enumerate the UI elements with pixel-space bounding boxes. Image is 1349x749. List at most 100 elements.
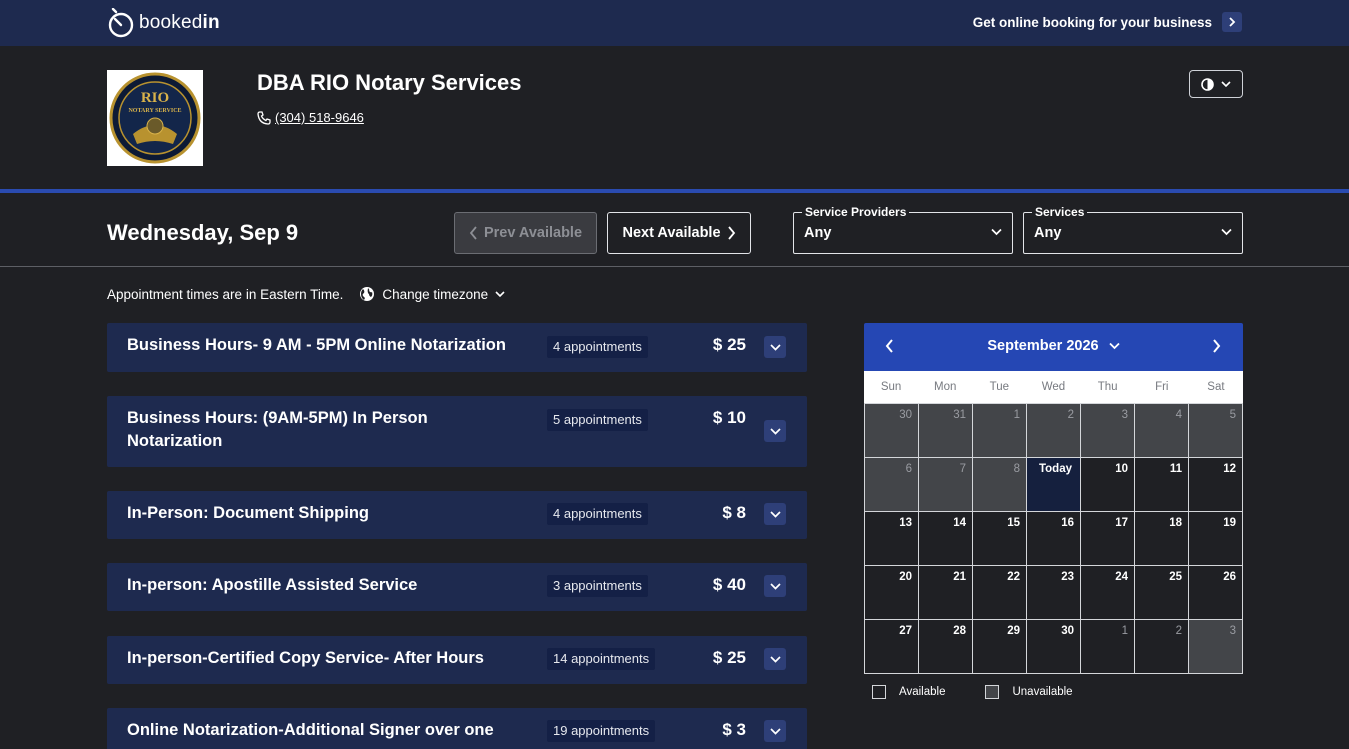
next-month-icon[interactable] [1212, 339, 1221, 353]
calendar-day-label: 22 [1007, 571, 1020, 583]
calendar-day[interactable]: 21 [919, 566, 973, 620]
service-card[interactable]: In-person-Certified Copy Service- After … [107, 636, 807, 684]
services-label: Services [1032, 205, 1088, 219]
calendar-day[interactable]: 29 [973, 620, 1027, 674]
calendar-day[interactable]: 18 [1135, 512, 1189, 566]
chevron-down-icon [991, 228, 1002, 236]
calendar-day[interactable]: 15 [973, 512, 1027, 566]
chevron-down-icon [769, 427, 781, 435]
service-title: In-Person: Document Shipping [127, 504, 369, 522]
service-card[interactable]: Business Hours- 9 AM - 5PM Online Notari… [107, 323, 807, 372]
next-available-button[interactable]: Next Available [607, 212, 751, 254]
bookedin-logo[interactable]: bookedin [107, 8, 220, 38]
calendar-day-today[interactable]: Today [1027, 458, 1081, 512]
calendar-day[interactable]: 24 [1081, 566, 1135, 620]
expand-service-button[interactable] [764, 336, 786, 358]
expand-service-button[interactable] [764, 420, 786, 442]
calendar: September 2026 Sun Mon Tue Wed Thu Fri S… [864, 323, 1243, 674]
services-select[interactable]: Services Any [1023, 205, 1243, 254]
calendar-day-label: 30 [1061, 625, 1074, 637]
service-card[interactable]: Online Notarization-Additional Signer ov… [107, 708, 807, 749]
calendar-day[interactable]: 13 [865, 512, 919, 566]
calendar-day[interactable]: 10 [1081, 458, 1135, 512]
calendar-day-label: 5 [1229, 409, 1236, 421]
calendar-day[interactable]: 27 [865, 620, 919, 674]
calendar-day[interactable]: 25 [1135, 566, 1189, 620]
expand-service-button[interactable] [764, 575, 786, 597]
chevron-right-icon[interactable] [1222, 12, 1242, 32]
business-phone[interactable]: (304) 518-9646 [257, 110, 364, 125]
chevron-down-icon [1221, 80, 1231, 87]
calendar-day: 4 [1135, 404, 1189, 458]
expand-service-button[interactable] [764, 720, 786, 742]
next-available-label: Next Available [622, 225, 721, 241]
calendar-day-label: 6 [905, 463, 912, 475]
calendar-day-label: 25 [1169, 571, 1182, 583]
calendar-day[interactable]: 26 [1189, 566, 1243, 620]
chevron-down-icon [769, 343, 781, 351]
calendar-day[interactable]: 19 [1189, 512, 1243, 566]
service-providers-label: Service Providers [802, 205, 910, 219]
header-divider [0, 189, 1349, 193]
calendar-header: September 2026 [864, 323, 1243, 371]
service-card[interactable]: Business Hours: (9AM-5PM) In Person Nota… [107, 396, 807, 467]
expand-service-button[interactable] [764, 503, 786, 525]
expand-service-button[interactable] [764, 648, 786, 670]
chevron-down-icon [495, 290, 505, 297]
calendar-day-label: 30 [899, 409, 912, 421]
calendar-day[interactable]: 2 [1135, 620, 1189, 674]
appointments-badge: 3 appointments [547, 575, 648, 597]
weekday-header: Sun Mon Tue Wed Thu Fri Sat [864, 371, 1243, 403]
calendar-day-label: 11 [1169, 463, 1182, 475]
service-providers-select[interactable]: Service Providers Any [793, 205, 1013, 254]
calendar-day[interactable]: 22 [973, 566, 1027, 620]
calendar-day: 5 [1189, 404, 1243, 458]
calendar-day[interactable]: 1 [1081, 620, 1135, 674]
calendar-day[interactable]: 17 [1081, 512, 1135, 566]
calendar-day[interactable]: 30 [1027, 620, 1081, 674]
prev-available-button[interactable]: Prev Available [454, 212, 597, 254]
business-logo: RIO NOTARY SERVICE [107, 70, 203, 166]
calendar-day[interactable]: 28 [919, 620, 973, 674]
change-timezone-label[interactable]: Change timezone [382, 287, 488, 302]
calendar-day[interactable]: 12 [1189, 458, 1243, 512]
calendar-day-label: 4 [1175, 409, 1182, 421]
contrast-icon [1201, 77, 1214, 91]
globe-icon [360, 287, 375, 301]
change-timezone-button[interactable]: Change timezone [359, 286, 505, 302]
calendar-day-label: 16 [1061, 517, 1074, 529]
calendar-day-label: 3 [1229, 625, 1236, 637]
theme-toggle-button[interactable] [1189, 70, 1243, 98]
timezone-row: Appointment times are in Eastern Time. C… [107, 286, 505, 302]
calendar-day-label: 18 [1169, 517, 1182, 529]
appointments-badge: 14 appointments [547, 648, 656, 670]
calendar-day: 6 [865, 458, 919, 512]
filters-divider [0, 266, 1349, 267]
calendar-day-label: 23 [1061, 571, 1074, 583]
chevron-down-icon [1108, 342, 1120, 350]
calendar-day[interactable]: 23 [1027, 566, 1081, 620]
calendar-day-label: 12 [1223, 463, 1236, 475]
calendar-day[interactable]: 11 [1135, 458, 1189, 512]
calendar-day-label: 13 [899, 517, 912, 529]
month-picker[interactable]: September 2026 [864, 338, 1243, 354]
phone-link[interactable]: (304) 518-9646 [275, 110, 364, 125]
service-card[interactable]: In-Person: Document Shipping 4 appointme… [107, 491, 807, 539]
calendar-day[interactable]: 14 [919, 512, 973, 566]
calendar-day-label: 21 [953, 571, 966, 583]
calendar-day-label: 8 [1013, 463, 1020, 475]
service-title-line: Notarization [127, 432, 223, 450]
timezone-notice: Appointment times are in Eastern Time. [107, 286, 344, 302]
service-price: $ 40 [712, 575, 746, 594]
service-card[interactable]: In-person: Apostille Assisted Service 3 … [107, 563, 807, 611]
calendar-day[interactable]: 20 [865, 566, 919, 620]
promo-link[interactable]: Get online booking for your business [973, 12, 1242, 32]
service-title: In-person: Apostille Assisted Service [127, 576, 418, 594]
month-label[interactable]: September 2026 [987, 338, 1098, 354]
calendar-day-label: 20 [899, 571, 912, 583]
prev-available-label: Prev Available [483, 225, 583, 241]
promo-text[interactable]: Get online booking for your business [973, 15, 1212, 30]
calendar-day-label: 1 [1013, 409, 1020, 421]
calendar-day[interactable]: 16 [1027, 512, 1081, 566]
weekday-label: Fri [1155, 381, 1169, 393]
